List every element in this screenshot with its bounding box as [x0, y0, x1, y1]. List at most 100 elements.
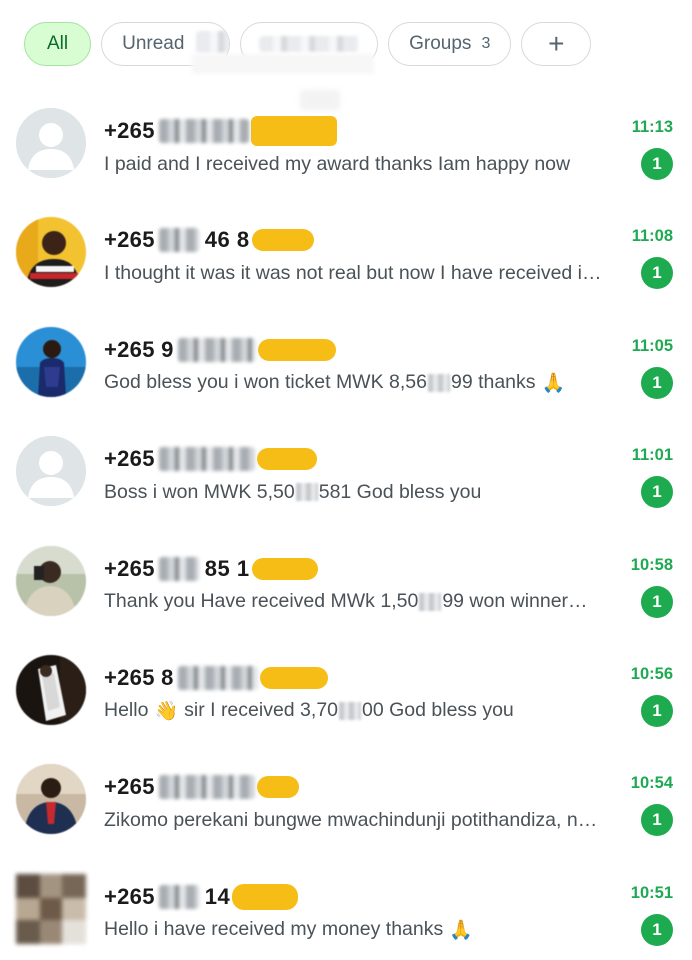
phone-digits: 14 — [204, 883, 231, 909]
contact-name: +265 8 — [104, 663, 328, 693]
blurred-digits — [158, 447, 255, 472]
contact-name: +265 9 — [104, 335, 336, 365]
chat-row[interactable]: +265 Zikomo perekani bungwe mwachindunji… — [0, 746, 692, 855]
message-time: 11:01 — [631, 446, 673, 465]
profile-photo — [16, 873, 86, 944]
unread-count-badge: 1 — [641, 257, 673, 290]
phone-digits: 85 1 — [204, 555, 250, 581]
chat-row[interactable]: +265 Boss i won MWK 5,50 581 God bless y… — [0, 418, 692, 527]
redaction-mark — [232, 883, 299, 910]
blurred-digits — [177, 665, 258, 690]
filter-chip-all[interactable]: All — [24, 22, 92, 66]
folded-hands-emoji-icon: 🙏 — [541, 372, 566, 394]
blurred-digits — [158, 775, 255, 800]
phone-digits: 46 8 — [204, 227, 250, 253]
phone-prefix: +265 9 — [104, 336, 174, 362]
phone-prefix: +265 — [104, 227, 155, 253]
filter-chip-unread-label: Unread — [122, 33, 185, 54]
message-time: 10:54 — [630, 774, 673, 793]
message-preview-text: 99 won winner… — [442, 590, 588, 613]
chat-row[interactable]: +265 85 1 Thank you Have received MWk 1,… — [0, 528, 692, 637]
chat-row[interactable]: +265 14 Hello i have received my money t… — [0, 856, 692, 960]
message-preview: Zikomo perekani bungwe mwachindunji poti… — [104, 806, 634, 834]
message-preview-text: I paid and I received my award thanks Ia… — [104, 152, 571, 175]
plus-icon: + — [548, 28, 565, 59]
blurred-region — [196, 31, 230, 53]
phone-prefix: +265 — [104, 774, 155, 800]
redaction-mark — [259, 666, 328, 689]
message-preview: Boss i won MWK 5,50 581 God bless you — [104, 478, 634, 506]
blurred-digits — [158, 884, 199, 909]
folded-hands-emoji-icon: 🙏 — [449, 919, 473, 941]
chat-row[interactable]: +265 8 Hello 👋 sir I received 3,70 00 Go… — [0, 637, 692, 746]
unread-count-badge: 1 — [641, 804, 673, 837]
message-preview: I thought it was it was not real but now… — [104, 259, 634, 287]
message-preview-text: I thought it was it was not real but now… — [104, 261, 602, 284]
unread-count-badge: 1 — [641, 913, 673, 946]
redaction-mark — [257, 338, 336, 361]
chat-list: +265 I paid and I received my award than… — [0, 90, 692, 960]
phone-prefix: +265 — [104, 883, 155, 909]
phone-prefix: +265 8 — [104, 664, 174, 690]
message-preview-text: Hello i have received my money thanks — [104, 918, 444, 941]
redaction-mark — [256, 448, 317, 471]
blurred-digits — [158, 119, 249, 143]
filter-chip-groups-label: Groups — [409, 33, 472, 54]
message-time: 10:56 — [630, 664, 673, 683]
profile-photo — [16, 326, 86, 397]
profile-photo — [16, 654, 86, 725]
blurred-digits — [419, 592, 442, 611]
blurred-digits — [177, 337, 256, 362]
blurred-region — [192, 54, 374, 74]
contact-name: +265 — [104, 116, 337, 146]
chat-row[interactable]: +265 I paid and I received my award than… — [0, 90, 692, 199]
message-preview-text: 99 thanks — [450, 371, 536, 394]
phone-prefix: +265 — [104, 555, 155, 581]
chat-row[interactable]: +265 9 God bless you i won ticket MWK 8,… — [0, 309, 692, 418]
message-preview-text: Hello — [104, 699, 149, 722]
blurred-digits — [339, 701, 362, 720]
phone-prefix: +265 — [104, 446, 155, 472]
message-time: 11:05 — [631, 336, 673, 355]
profile-photo — [16, 764, 86, 835]
redaction-mark — [250, 116, 337, 146]
message-time: 11:08 — [631, 227, 673, 246]
message-preview-text: 00 God bless you — [362, 699, 514, 722]
message-preview: Thank you Have received MWk 1,50 99 won … — [104, 588, 634, 616]
message-preview-text: God bless you i won ticket MWK 8,56 — [104, 371, 427, 394]
blurred-digits — [427, 373, 450, 392]
message-preview-text: Zikomo perekani bungwe mwachindunji poti… — [104, 808, 598, 831]
unread-count-badge: 1 — [641, 476, 673, 509]
blurred-digits — [158, 228, 199, 253]
blurred-region — [259, 36, 360, 52]
default-avatar-icon — [16, 108, 86, 178]
message-preview-text: 581 God bless you — [318, 480, 482, 503]
blurred-digits — [158, 556, 199, 581]
unread-count-badge: 1 — [641, 148, 673, 180]
message-preview-text: sir I received 3,70 — [184, 699, 339, 722]
unread-count-badge: 1 — [641, 694, 673, 727]
message-time: 11:13 — [631, 118, 673, 136]
profile-photo — [16, 217, 86, 288]
unread-count-badge: 1 — [641, 585, 673, 618]
add-filter-button[interactable]: + — [521, 22, 592, 66]
unread-count-badge: 1 — [641, 366, 673, 399]
message-preview-text: Boss i won MWK 5,50 — [104, 480, 295, 503]
message-time: 10:51 — [630, 883, 673, 902]
blurred-digits — [295, 483, 318, 502]
message-preview-text: Thank you Have received MWk 1,50 — [104, 590, 419, 613]
redaction-mark — [256, 776, 299, 799]
contact-name: +265 46 8 — [104, 225, 314, 255]
message-preview: God bless you i won ticket MWK 8,56 99 t… — [104, 369, 634, 397]
contact-name: +265 14 — [104, 882, 299, 912]
contact-name: +265 — [104, 772, 299, 802]
redaction-mark — [251, 557, 318, 580]
default-avatar-icon — [16, 436, 86, 507]
waving-hand-emoji-icon: 👋 — [154, 700, 179, 722]
message-preview: I paid and I received my award thanks Ia… — [104, 150, 634, 178]
filter-chip-groups[interactable]: Groups 3 — [388, 22, 512, 66]
message-time: 10:58 — [630, 555, 673, 574]
filter-chip-all-label: All — [47, 33, 69, 54]
chat-row[interactable]: +265 46 8 I thought it was it was not re… — [0, 199, 692, 308]
message-preview: Hello 👋 sir I received 3,70 00 God bless… — [104, 697, 634, 725]
